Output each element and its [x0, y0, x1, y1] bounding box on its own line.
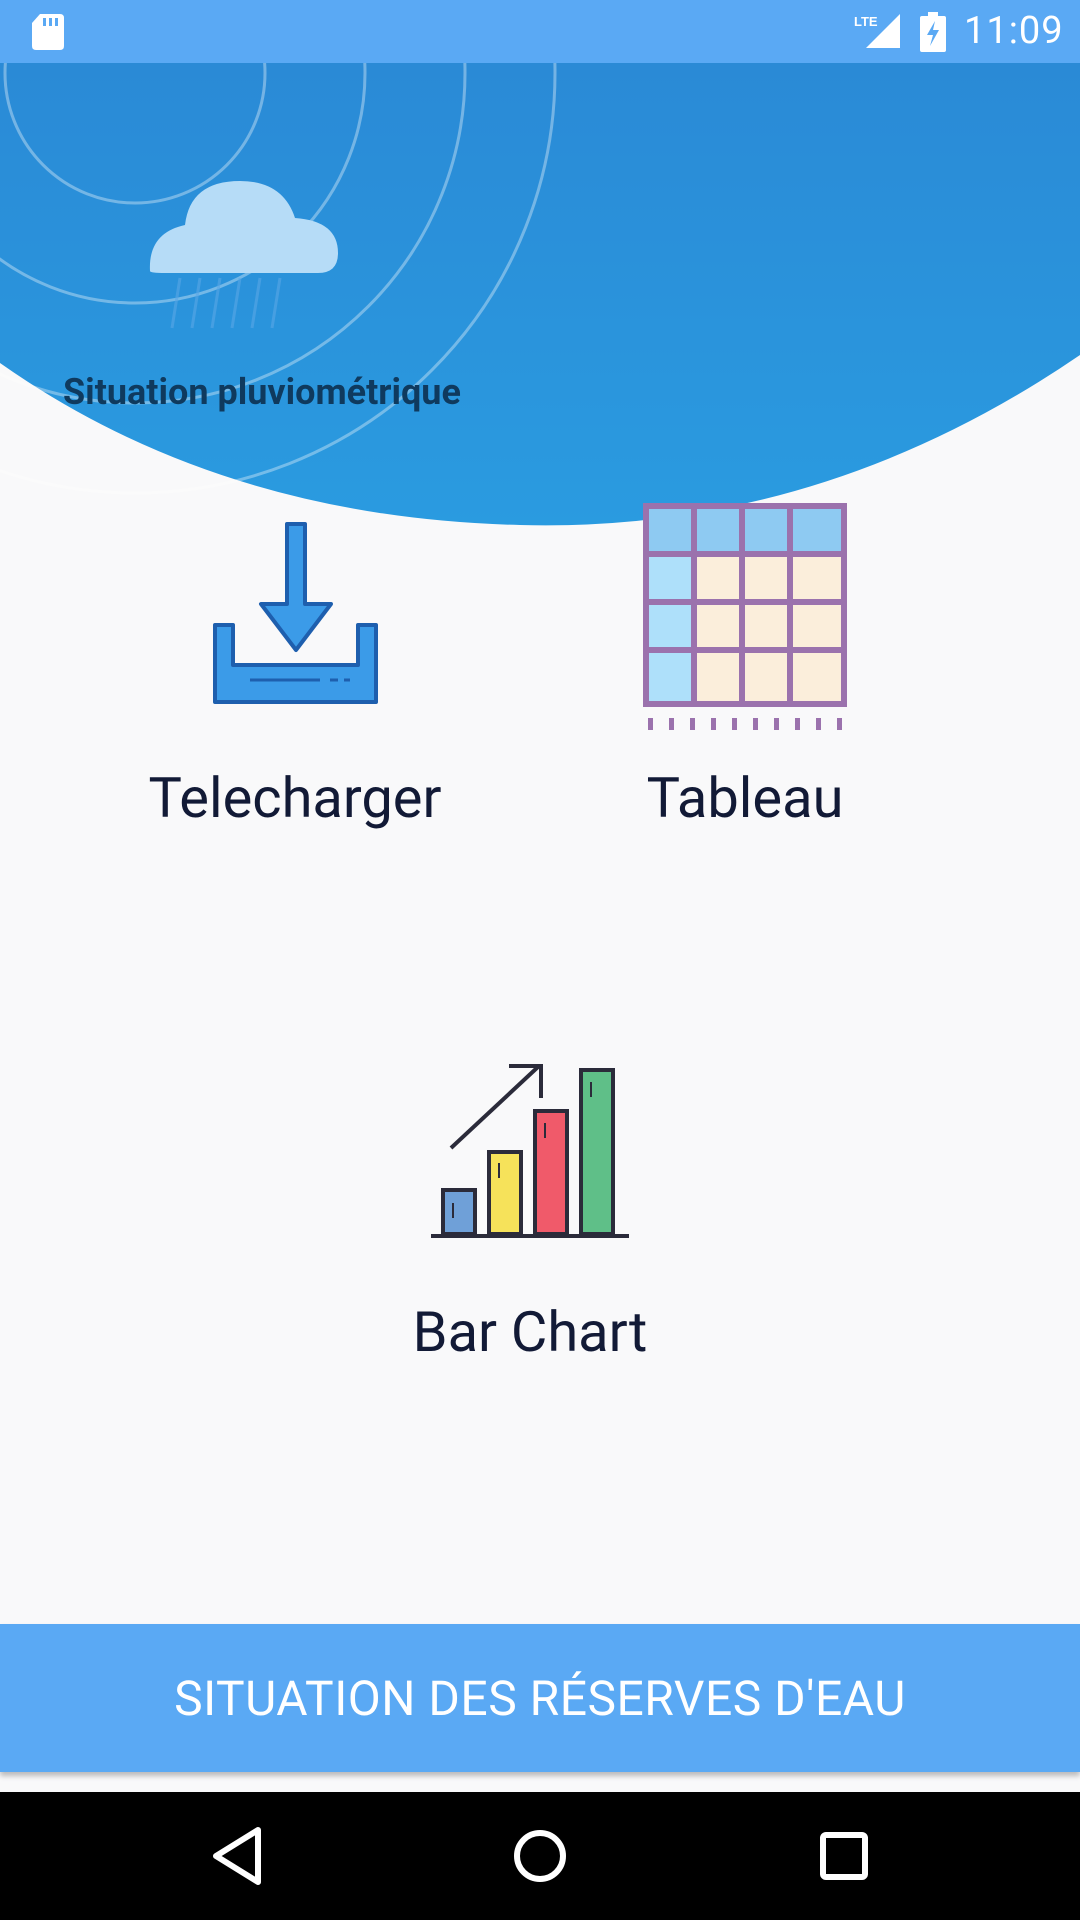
back-icon[interactable] [198, 1818, 274, 1894]
table-label: Tableau [646, 765, 844, 831]
page-title: Situation pluviométrique [63, 371, 461, 413]
clock: 11:09 [964, 9, 1064, 53]
lte-signal-icon: LTE [854, 14, 900, 48]
header-banner [0, 63, 1080, 526]
bar-chart-icon [431, 1064, 629, 1238]
battery-charging-icon [920, 12, 946, 52]
download-icon [213, 522, 378, 704]
svg-text:LTE: LTE [854, 14, 878, 29]
bar-chart-tile[interactable]: Bar Chart [345, 1050, 715, 1370]
sd-card-icon [32, 14, 64, 50]
water-reserves-button[interactable]: SITUATION DES RÉSERVES D'EAU [0, 1624, 1080, 1772]
table-tile[interactable]: Tableau [570, 500, 920, 840]
download-tile[interactable]: Telecharger [120, 500, 470, 840]
bar-chart-label: Bar Chart [412, 1299, 648, 1365]
water-reserves-button-label: SITUATION DES RÉSERVES D'EAU [174, 1669, 906, 1727]
status-bar: LTE 11:09 [0, 0, 1080, 63]
recent-apps-icon[interactable] [806, 1818, 882, 1894]
download-label: Telecharger [148, 765, 442, 831]
home-icon[interactable] [502, 1818, 578, 1894]
navigation-bar [0, 1792, 1080, 1920]
table-grid-icon [643, 503, 847, 730]
